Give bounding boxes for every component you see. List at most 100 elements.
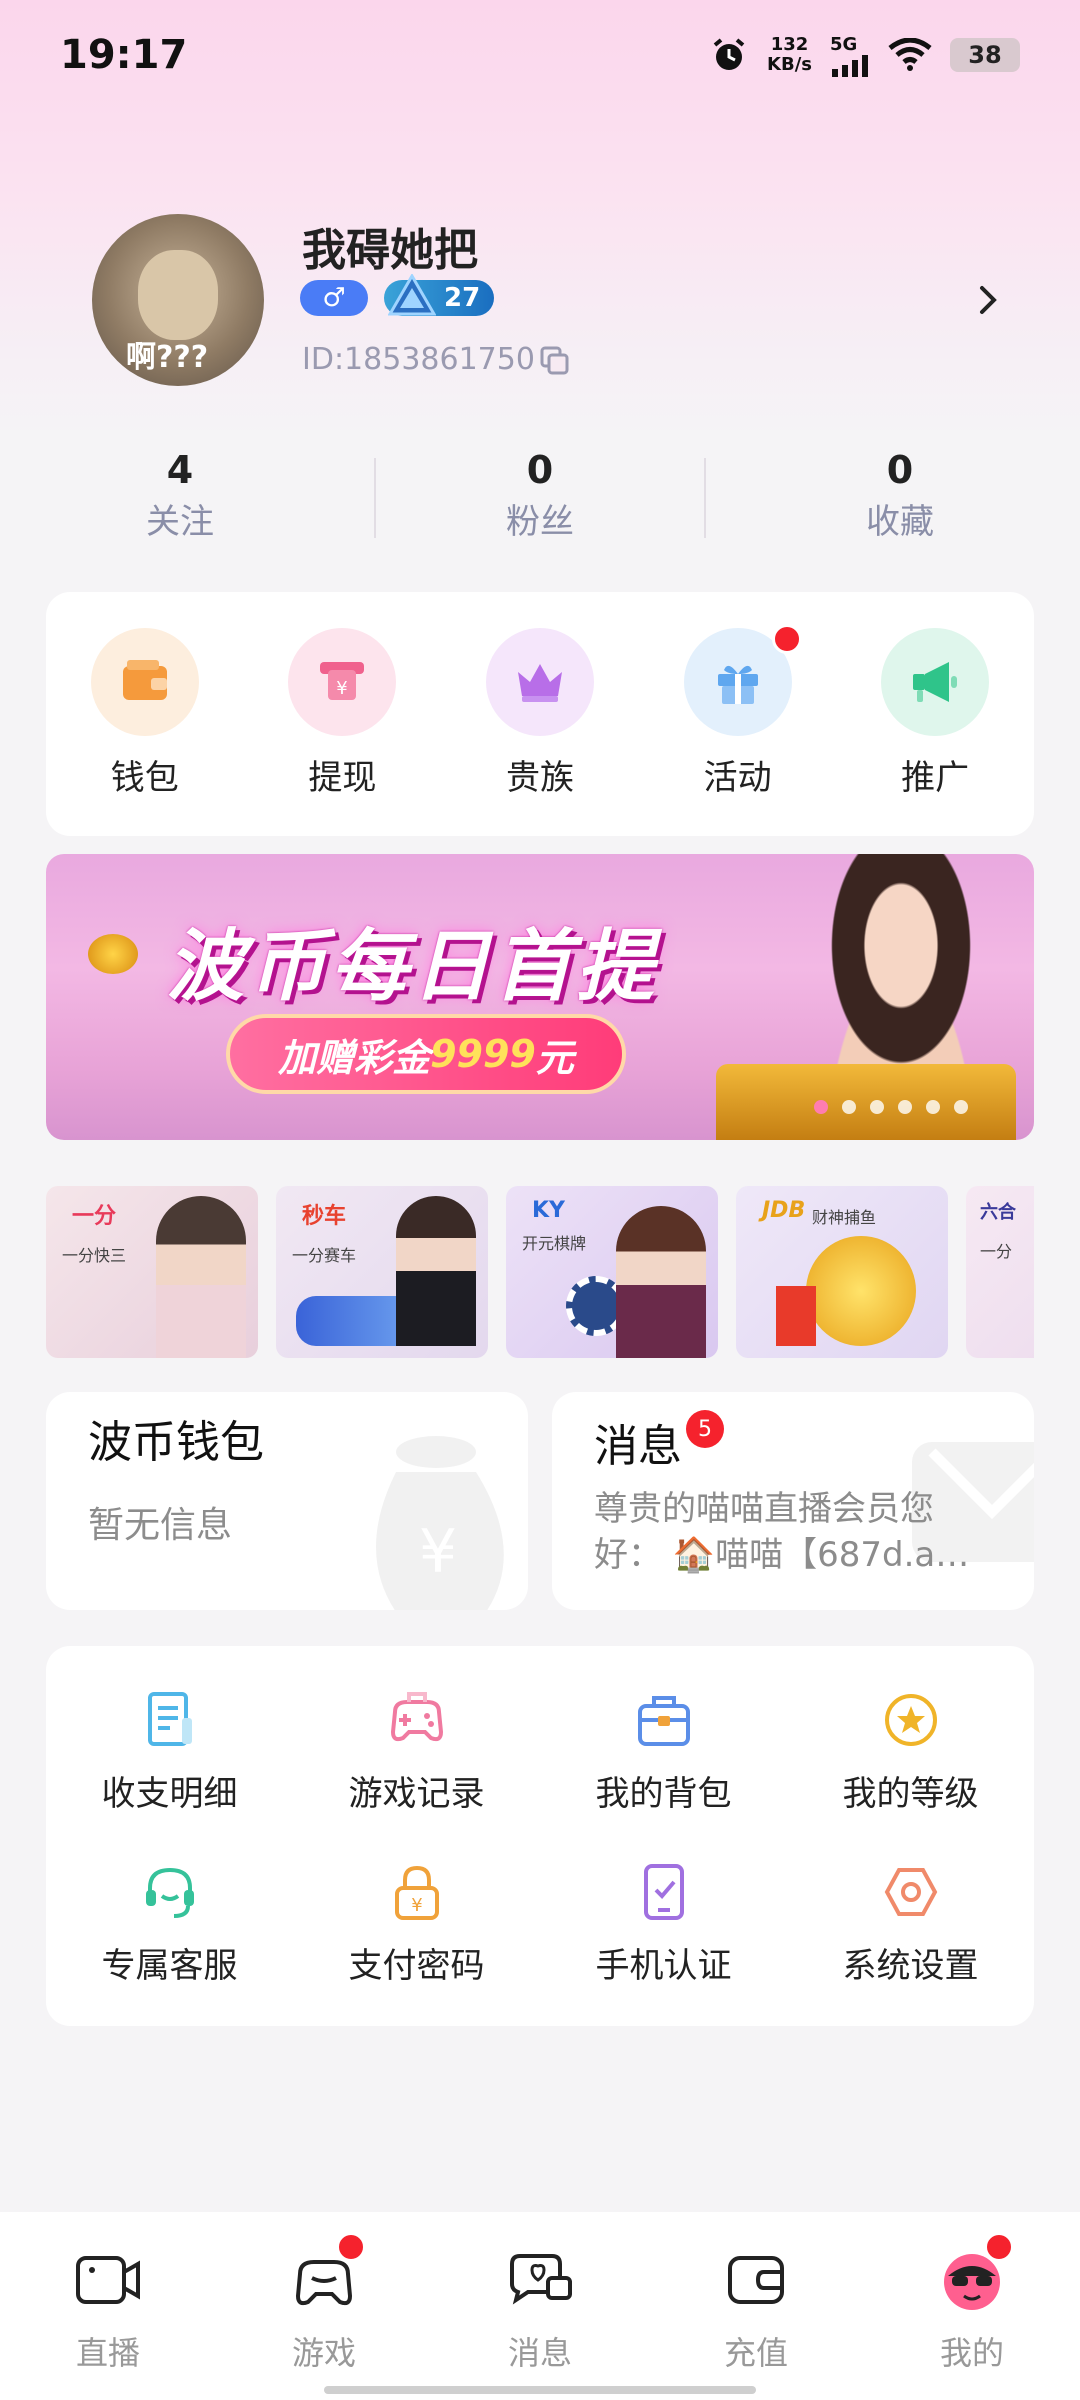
pagination-dot [814,1100,828,1114]
feature-my-level[interactable]: 我的等级 [787,1688,1034,1815]
alarm-icon [713,38,745,70]
crown-icon [517,664,562,702]
phone-verify-icon [643,1864,684,1920]
network-type: 5G [830,33,858,55]
backpack-icon [637,1696,690,1746]
megaphone-icon [913,662,958,702]
game-tile-liuhe[interactable]: 六合 一分 [966,1186,1034,1358]
golden-fish-image [806,1236,916,1346]
ledger-icon [147,1692,192,1746]
live-icon [76,2256,140,2304]
game-red-dot [336,2232,366,2262]
message-preview: 尊贵的喵喵直播会员您好： 🏠喵喵【687d.a… [594,1489,970,1575]
me-red-dot [984,2232,1014,2262]
money-bag-icon: ¥ [376,1436,504,1610]
status-time: 19:17 [60,32,188,78]
withdraw-icon: ¥ [320,662,365,700]
nav-message[interactable]: 消息 [432,2212,648,2400]
stat-fans[interactable]: 0 粉丝 [360,448,720,548]
game-tile-saiche[interactable]: 秒车 一分赛车 [276,1186,488,1358]
nav-live[interactable]: 直播 [0,2212,216,2400]
signal-group: 5G [830,34,870,77]
game-tile-kuai3[interactable]: 一分 一分快三 [46,1186,258,1358]
red-scroll-image [776,1286,816,1346]
game-strip: 一分 一分快三 秒车 一分赛车 KY 开元棋牌 JDB 财神捕鱼 六合 一分 [46,1186,1034,1358]
game-tile-kaiyuan[interactable]: KY 开元棋牌 [506,1186,718,1358]
signal-icon [832,54,868,77]
feature-transactions[interactable]: 收支明细 [46,1688,293,1815]
battery-indicator: 38 [950,38,1020,72]
home-indicator[interactable] [324,2386,756,2394]
feature-settings[interactable]: 系统设置 [787,1860,1034,1987]
wallet-title: 波币钱包 [88,1417,264,1468]
nickname: 我碍她把 [302,225,478,276]
profile-header[interactable]: 啊??? 我碍她把 ♂ 27 ID:1853861750 [92,214,1052,394]
divider [704,458,706,538]
quick-wallet[interactable]: 钱包 [65,628,225,799]
headset-icon [145,1867,194,1918]
stat-following[interactable]: 4 关注 [0,448,360,548]
svg-text:¥: ¥ [337,678,348,699]
stats-row: 4 关注 0 粉丝 0 收藏 [0,448,1080,548]
pagination-dot [926,1100,940,1114]
level-emblem-icon [388,274,436,316]
profile-badges: ♂ 27 [300,274,495,316]
divider [374,458,376,538]
feature-customer-service[interactable]: 专属客服 [46,1860,293,1987]
message-icon [510,2254,572,2305]
coin-decoration [88,934,138,974]
quick-withdraw[interactable]: ¥ 提现 [262,628,422,799]
banner-bonus-pill: 加赠彩金 9999 元 [226,1014,626,1094]
level-star-icon [884,1694,937,1746]
gift-icon [717,665,758,704]
game-model-image [156,1196,246,1358]
avatar-caption: 啊??? [126,340,209,375]
pagination-dot [954,1100,968,1114]
lock-icon: ¥ [394,1865,439,1920]
quick-activity[interactable]: 活动 [658,624,818,799]
game-tile-jdb[interactable]: JDB 财神捕鱼 [736,1186,948,1358]
user-id: ID:1853861750 [302,342,535,377]
nav-recharge[interactable]: 充值 [648,2212,864,2400]
feature-backpack[interactable]: 我的背包 [540,1688,787,1815]
activity-red-dot [771,624,802,654]
pagination-dot [870,1100,884,1114]
feature-phone-verify[interactable]: 手机认证 [540,1860,787,1987]
pagination-dot [842,1100,856,1114]
chevron-right-icon[interactable] [968,280,1008,320]
quick-menu-card: 钱包 ¥ 提现 贵族 活动 推广 [46,592,1034,836]
wallet-card[interactable]: ¥ 波币钱包 暂无信息 [46,1392,528,1610]
svg-text:¥: ¥ [419,1517,457,1587]
bottom-nav: 直播 游戏 消息 充值 我的 [0,2212,1080,2400]
gamepad-icon [390,1692,443,1742]
avatar-cheetah-face [138,250,218,340]
quick-nobility[interactable]: 贵族 [460,628,620,799]
wifi-icon [888,38,932,71]
feature-game-records[interactable]: 游戏记录 [293,1688,540,1815]
copy-icon[interactable] [538,344,570,376]
banner-pagination [814,1100,968,1114]
pagination-dot [898,1100,912,1114]
recharge-icon [728,2256,784,2304]
message-card[interactable]: 消息 5 尊贵的喵喵直播会员您好： 🏠喵喵【687d.a… [552,1392,1034,1610]
game-model-image [396,1196,476,1346]
promo-banner[interactable]: 波币每日首提 加赠彩金 9999 元 [46,854,1034,1140]
avatar[interactable]: 啊??? [92,214,264,386]
nav-me[interactable]: 我的 [864,2212,1080,2400]
game-model-image [616,1206,706,1358]
svg-text:¥: ¥ [411,1895,422,1916]
wallet-icon [122,660,167,700]
feature-payment-password[interactable]: ¥ 支付密码 [293,1860,540,1987]
status-bar: 19:17 132 KB/s 5G 38 [0,0,1080,110]
gender-badge: ♂ [300,280,368,316]
quick-promote[interactable]: 推广 [855,628,1015,799]
message-title: 消息 [594,1421,682,1472]
status-indicators: 132 KB/s 5G 38 [709,34,1020,77]
stat-favorites[interactable]: 0 收藏 [720,448,1080,548]
wallet-subtitle: 暂无信息 [88,1505,233,1546]
features-card: 收支明细 游戏记录 我的背包 我的等级 专属客服 ¥ 支付密码 手机认证 系统设… [46,1646,1034,2026]
level-badge: 27 [384,274,495,316]
network-speed: 132 KB/s [767,34,812,75]
nav-game[interactable]: 游戏 [216,2212,432,2400]
settings-icon [884,1868,937,1916]
